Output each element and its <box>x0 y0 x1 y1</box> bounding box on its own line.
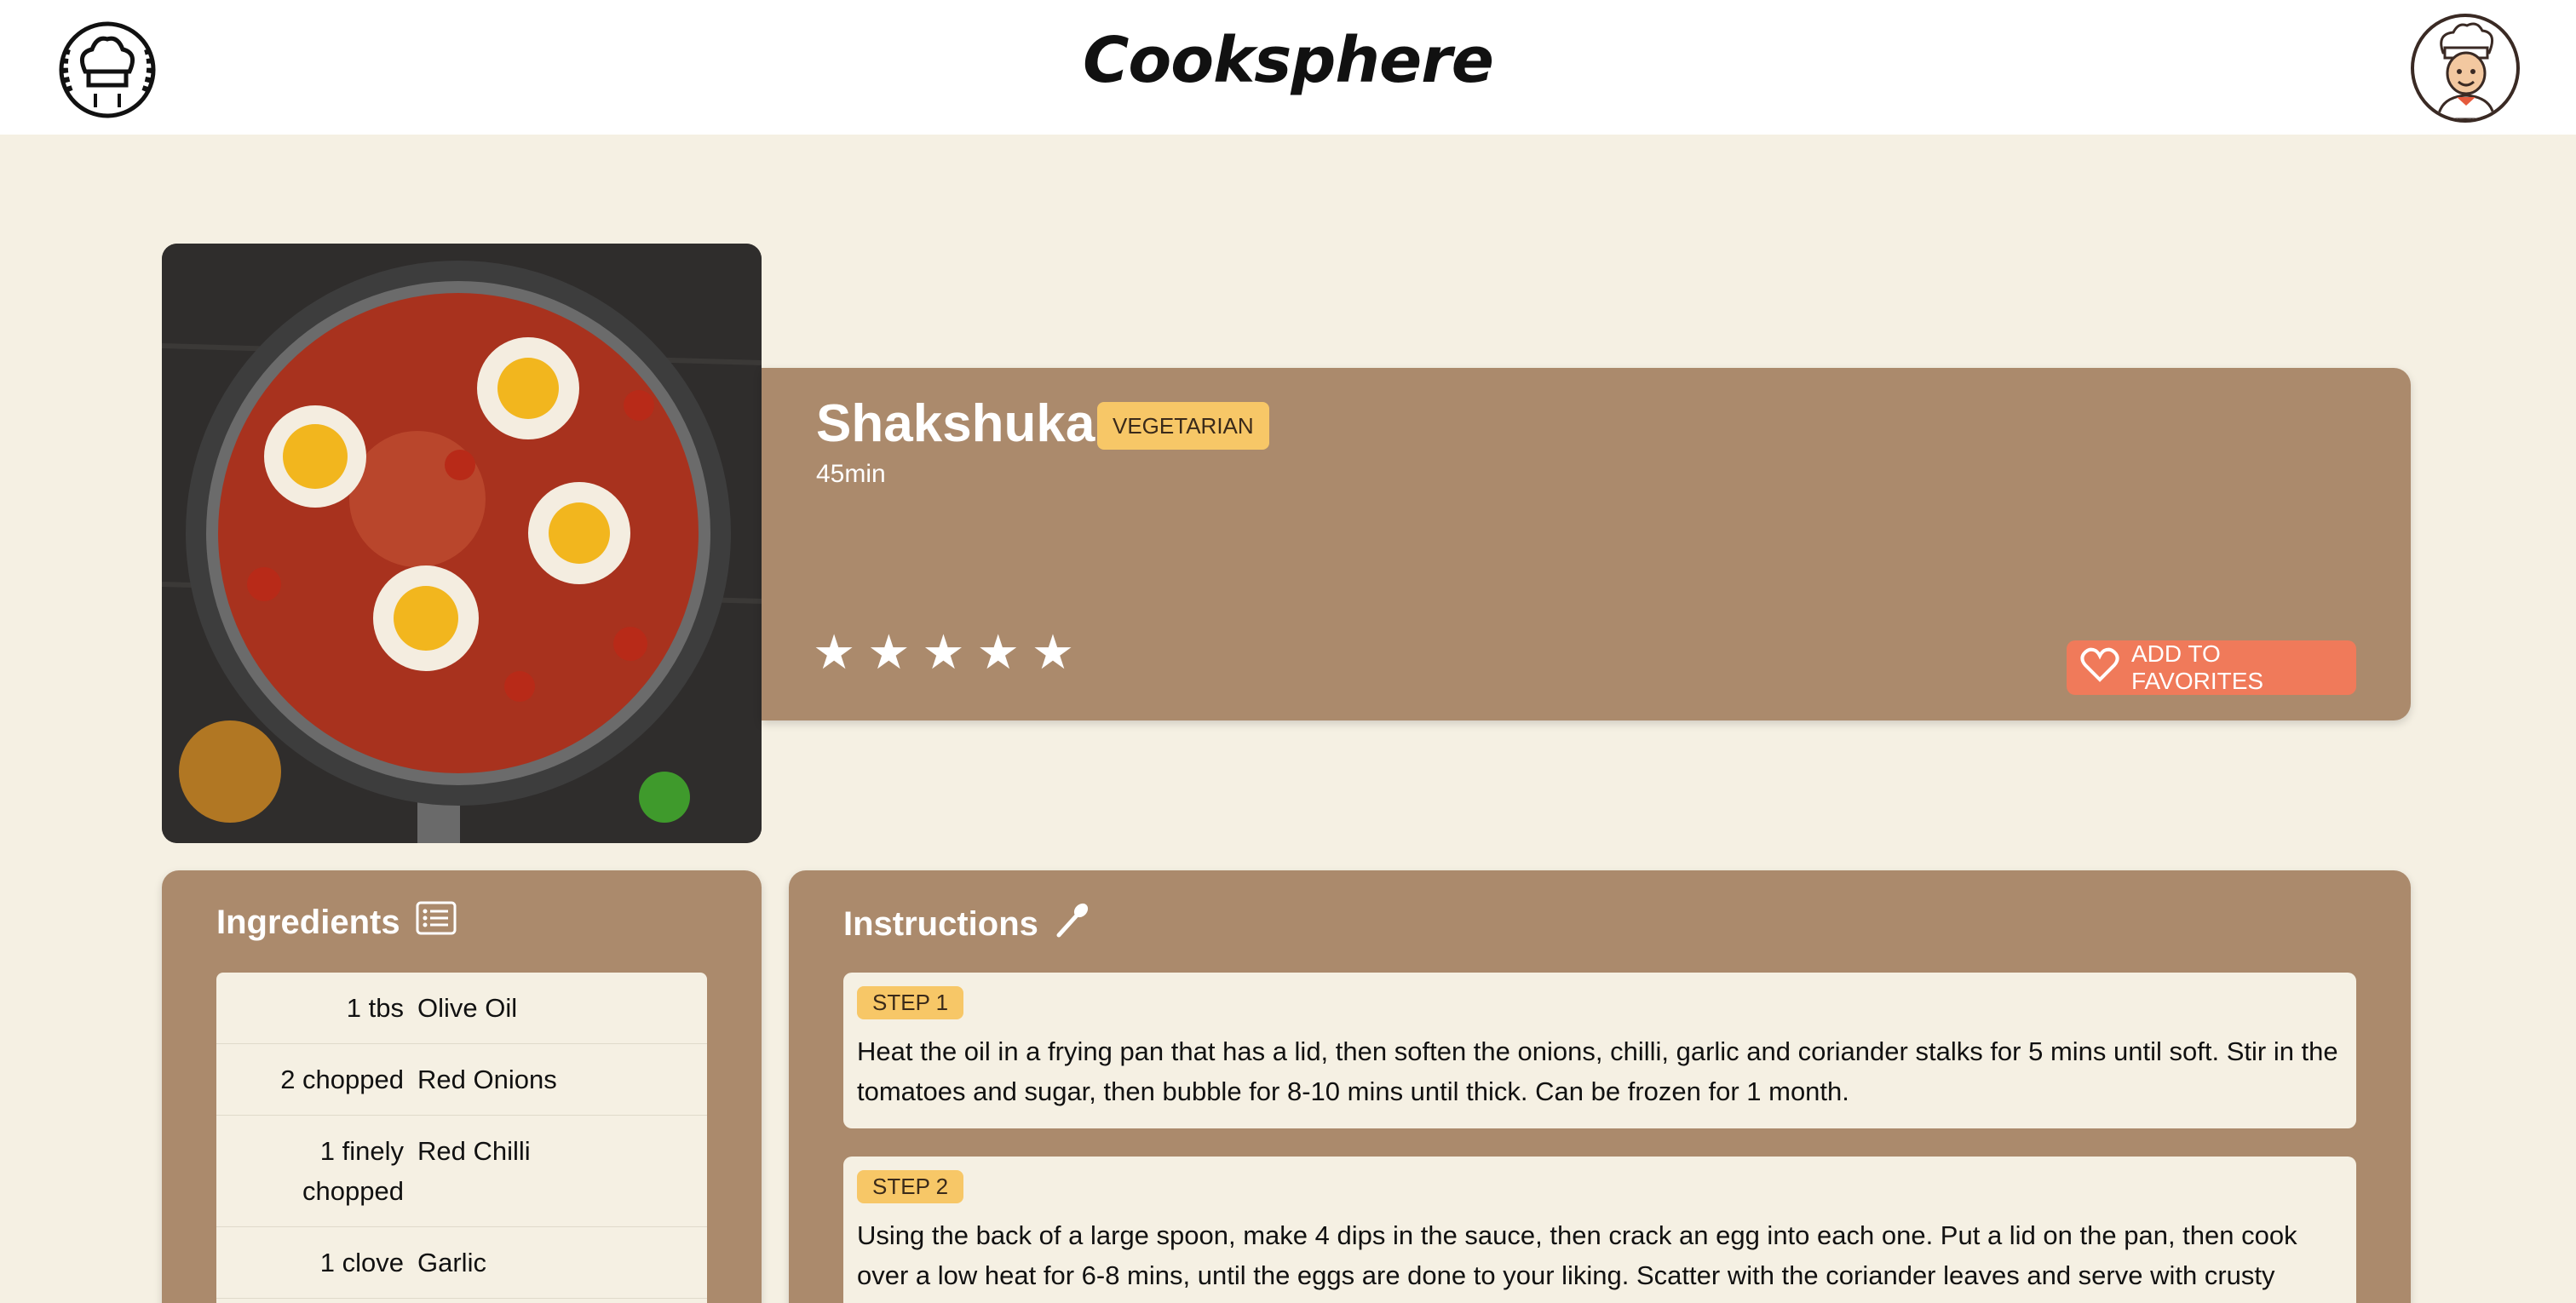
ingredient-qty: 1 clove <box>319 1248 404 1277</box>
shakshuka-pan-image <box>162 244 762 843</box>
ingredient-qty: 1 finely chopped <box>302 1136 404 1206</box>
instructions-title: Instructions <box>843 904 1038 943</box>
ingredients-title: Ingredients <box>216 903 400 941</box>
heart-icon <box>2080 647 2119 689</box>
list-icon <box>416 901 457 944</box>
step-text: Using the back of a large spoon, make 4 … <box>857 1220 2297 1290</box>
instructions-header: Instructions <box>843 901 1091 947</box>
instruction-step: STEP 2 Using the back of a large spoon, … <box>843 1157 2356 1303</box>
ingredient-qty: 1 tbs <box>346 993 404 1023</box>
recipe-info-card: Shakshuka VEGETARIAN 45min ★ ★ ★ ★ ★ ADD… <box>762 368 2411 720</box>
step-badge: STEP 2 <box>857 1170 964 1203</box>
ingredient-row: 1 finely chopped Red Chilli <box>216 1116 707 1227</box>
star-icon[interactable]: ★ <box>922 629 964 676</box>
rating-stars[interactable]: ★ ★ ★ ★ ★ <box>813 629 1074 676</box>
add-to-favorites-label: ADD TO FAVORITES <box>2131 640 2264 694</box>
ingredient-row: 2 chopped Red Onions <box>216 1044 707 1116</box>
ingredients-list: 1 tbs Olive Oil 2 chopped Red Onions 1 f… <box>216 973 707 1303</box>
recipe-time: 45min <box>816 460 886 488</box>
ingredient-row: 1 clove Garlic <box>216 1227 707 1299</box>
add-to-favorites-button[interactable]: ADD TO FAVORITES <box>2067 640 2356 695</box>
ingredients-card: Ingredients 1 tbs Olive Oil 2 chopped Re… <box>162 870 762 1303</box>
star-icon[interactable]: ★ <box>977 629 1020 676</box>
ingredient-name: Garlic <box>417 1248 486 1277</box>
star-icon[interactable]: ★ <box>867 629 910 676</box>
ingredient-row: 1 tbs Olive Oil <box>216 973 707 1044</box>
brand-title[interactable]: Cooksphere <box>0 24 2576 97</box>
ingredient-name: Red Chilli <box>417 1136 531 1166</box>
ingredient-name: Red Onions <box>417 1065 557 1094</box>
star-icon[interactable]: ★ <box>1032 629 1074 676</box>
chef-avatar-icon[interactable] <box>2411 14 2520 123</box>
instructions-card: Instructions STEP 1 Heat the oil in a fr… <box>789 870 2411 1303</box>
vegetarian-badge: VEGETARIAN <box>1097 402 1269 450</box>
ingredient-qty: 2 chopped <box>280 1065 404 1094</box>
instruction-step: STEP 1 Heat the oil in a frying pan that… <box>843 973 2356 1128</box>
ingredients-header: Ingredients <box>216 901 457 944</box>
recipe-title: Shakshuka <box>816 394 1095 453</box>
top-header: Cooksphere <box>0 0 2576 135</box>
step-text: Heat the oil in a frying pan that has a … <box>857 1036 2338 1106</box>
step-badge: STEP 1 <box>857 986 964 1019</box>
spoon-icon <box>1054 901 1091 947</box>
ingredient-name: Olive Oil <box>417 993 518 1023</box>
star-icon[interactable]: ★ <box>813 629 855 676</box>
